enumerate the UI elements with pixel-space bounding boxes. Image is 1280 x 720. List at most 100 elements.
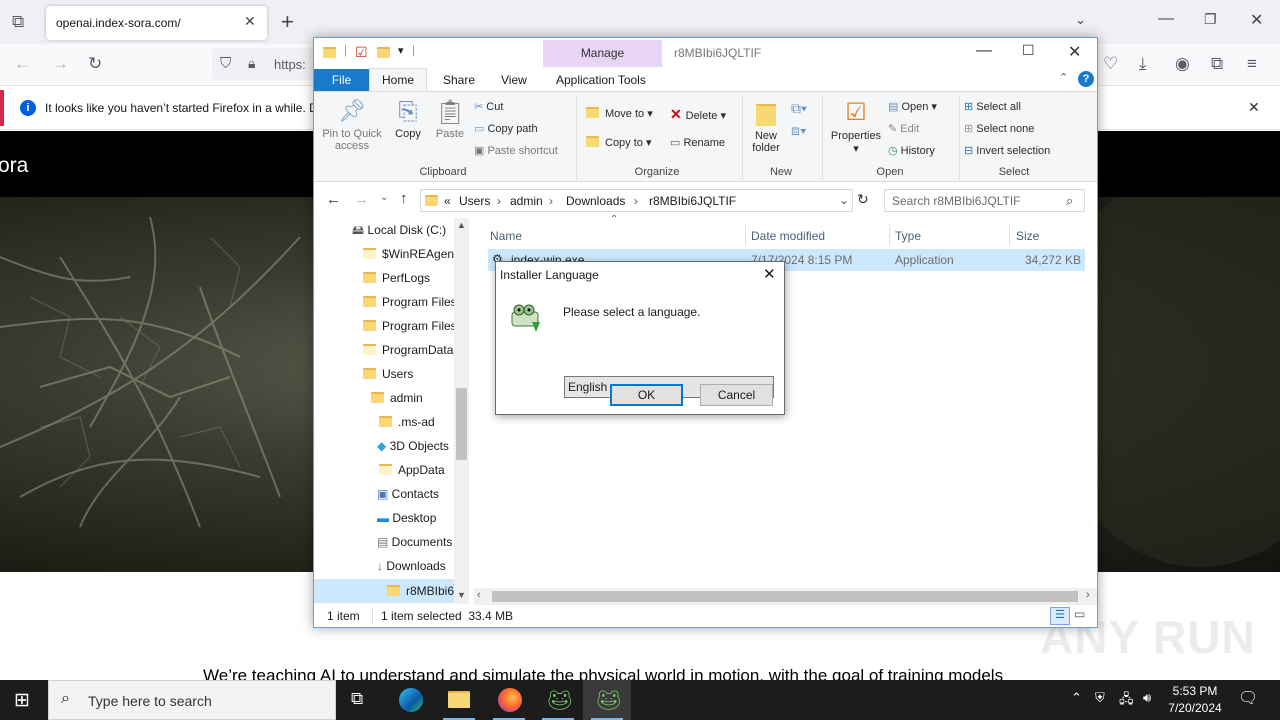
file-explorer-taskbar-button[interactable] — [435, 680, 483, 720]
installer-active-taskbar-button[interactable]: 🐸︎ — [583, 680, 631, 720]
nav-item-downloads[interactable]: ↓ Downloads — [377, 554, 517, 578]
scroll-right-icon[interactable]: › — [1086, 589, 1090, 601]
search-icon[interactable]: ⌕ — [1066, 193, 1073, 209]
column-name[interactable]: Name — [490, 229, 522, 243]
select-all-button[interactable]: ⊞ Select all — [964, 100, 1021, 113]
dialog-close-icon[interactable]: ✕ — [763, 265, 776, 283]
nav-item-programdata[interactable]: ProgramData — [363, 338, 503, 362]
new-folder-qa-icon[interactable] — [377, 46, 396, 60]
copy-button[interactable]: ⎘ Copy — [390, 98, 426, 140]
invert-selection-button[interactable]: ⊟ Invert selection — [964, 144, 1050, 157]
history-button[interactable]: ◷ History — [888, 144, 935, 157]
copy-path-button[interactable]: ▭ Copy path — [474, 122, 538, 135]
collapse-ribbon-icon[interactable]: ⌃ — [1059, 71, 1068, 84]
horizontal-scroll-thumb[interactable] — [492, 591, 1078, 602]
recent-locations-icon[interactable]: ⌄ — [380, 192, 388, 203]
refresh-icon[interactable]: ↻ — [857, 191, 869, 208]
taskbar-search[interactable]: ⌕ Type here to search — [48, 680, 336, 720]
menu-icon[interactable]: ≡ — [1247, 54, 1257, 74]
url-bar[interactable]: ⛉ 🔒︎ https: — [212, 48, 316, 80]
close-icon[interactable]: ✕ — [1250, 10, 1263, 30]
up-icon[interactable]: ↑ — [400, 190, 408, 207]
volume-icon[interactable]: 🔊︎ — [1143, 690, 1151, 706]
forward-icon[interactable]: → — [52, 54, 69, 74]
back-icon[interactable]: ← — [14, 54, 31, 74]
site-logo[interactable]: ora — [0, 154, 28, 178]
nav-item-desktop[interactable]: ▬ Desktop — [377, 506, 517, 530]
nav-item-contacts[interactable]: ▣ Contacts — [377, 482, 517, 506]
tab-file[interactable]: File — [314, 69, 369, 91]
nav-item-admin[interactable]: admin — [371, 386, 511, 410]
breadcrumb-admin[interactable]: admin — [510, 194, 543, 208]
notification-close-icon[interactable]: ✕ — [1248, 99, 1260, 116]
cut-button[interactable]: ✂ Cut — [474, 100, 503, 113]
nav-item-perflogs[interactable]: PerfLogs — [363, 266, 503, 290]
back-icon[interactable]: ← — [326, 191, 341, 208]
nav-item-winreagent[interactable]: $WinREAgent — [363, 242, 503, 266]
security-icon[interactable]: ⛨ — [1095, 690, 1105, 706]
column-size[interactable]: Size — [1016, 229, 1039, 243]
minimize-icon[interactable]: — — [1158, 10, 1174, 28]
pin-quick-access-button[interactable]: 📌︎ Pin to Quick access — [320, 98, 384, 152]
nav-item-current-folder[interactable]: r8MBIbi6 — [387, 579, 454, 603]
ok-button[interactable]: OK — [610, 384, 683, 406]
search-input[interactable]: Search r8MBIbi6JQLTIF ⌕ — [884, 189, 1085, 212]
network-icon[interactable]: 🖧︎ — [1119, 690, 1134, 712]
new-tab-button[interactable]: + — [281, 9, 294, 35]
close-icon[interactable]: ✕ — [1068, 42, 1081, 62]
tab-application-tools[interactable]: Application Tools — [556, 73, 646, 87]
firefox-button[interactable] — [485, 680, 533, 720]
edit-button[interactable]: ✎ Edit — [888, 122, 919, 135]
scroll-down-icon[interactable]: ▼ — [457, 590, 466, 600]
maximize-icon[interactable]: ☐ — [1022, 42, 1035, 59]
nav-item-appdata[interactable]: AppData — [379, 458, 519, 482]
paste-button[interactable]: 📋︎ Paste — [432, 98, 468, 140]
download-icon[interactable]: ⤓ — [1139, 54, 1147, 74]
nav-scroll-thumb[interactable] — [456, 388, 467, 460]
easy-access-icon[interactable]: ⧈▾ — [791, 122, 807, 139]
reload-icon[interactable]: ↻ — [88, 54, 102, 74]
installer-taskbar-button[interactable]: 🐸︎ — [534, 680, 582, 720]
scroll-left-icon[interactable]: ‹ — [477, 589, 481, 601]
breadcrumb-downloads[interactable]: Downloads — [566, 194, 625, 208]
nav-item-program-files-x86[interactable]: Program Files — [363, 314, 503, 338]
select-none-button[interactable]: ⊞ Select none — [964, 122, 1034, 135]
column-type[interactable]: Type — [895, 229, 921, 243]
qa-dropdown-icon[interactable]: ▾ — [398, 44, 404, 57]
tab-list-icon[interactable]: ⧉ — [12, 12, 24, 32]
breadcrumb-current[interactable]: r8MBIbi6JQLTIF — [649, 194, 736, 208]
notifications-icon[interactable]: 🗨︎ — [1238, 688, 1258, 708]
task-view-button[interactable]: ⧉ — [336, 680, 384, 720]
nav-item-3d-objects[interactable]: ◆ 3D Objects — [377, 434, 517, 458]
new-item-icon[interactable]: ⧉▾ — [791, 100, 807, 117]
tab-view[interactable]: View — [501, 73, 527, 87]
copy-to-button[interactable]: Copy to ▾ — [586, 136, 652, 149]
paste-shortcut-button[interactable]: ▣ Paste shortcut — [474, 144, 558, 157]
browser-tab[interactable]: openai.index-sora.com/ ✕ — [46, 6, 267, 40]
tray-overflow-icon[interactable]: ⌃ — [1071, 690, 1082, 706]
manage-context-tab[interactable]: Manage — [543, 40, 662, 67]
tab-home[interactable]: Home — [369, 68, 427, 92]
properties-qa-icon[interactable]: ☑ — [355, 44, 368, 61]
cancel-button[interactable]: Cancel — [700, 384, 773, 406]
new-folder-button[interactable]: New folder — [748, 98, 784, 154]
scroll-up-icon[interactable]: ▲ — [457, 220, 466, 230]
minimize-icon[interactable]: — — [976, 42, 992, 60]
restore-icon[interactable]: ❐ — [1204, 11, 1217, 28]
windows-start-icon[interactable]: ⊞ — [14, 689, 30, 712]
large-icons-view-icon[interactable]: ▭ — [1074, 607, 1085, 621]
details-view-icon[interactable]: ☰ — [1050, 607, 1070, 625]
account-icon[interactable]: ◉ — [1175, 54, 1190, 74]
extensions-icon[interactable]: ⧉ — [1211, 54, 1223, 74]
help-icon[interactable]: ? — [1078, 71, 1094, 87]
forward-icon[interactable]: → — [354, 191, 369, 208]
address-bar[interactable]: « Users › admin › Downloads › r8MBIbi6JQ… — [420, 189, 853, 212]
delete-button[interactable]: ✕ Delete ▾ — [670, 106, 726, 123]
nav-item-local-disk[interactable]: 🖴︎ Local Disk (C:) — [352, 218, 492, 242]
taskbar-clock[interactable]: 5:53 PM 7/20/2024 — [1160, 683, 1230, 717]
rename-button[interactable]: ▭ Rename — [670, 136, 725, 149]
shield-icon[interactable]: ⛉ — [220, 55, 231, 72]
pocket-icon[interactable]: ♡ — [1103, 54, 1118, 74]
nav-item-users[interactable]: Users — [363, 362, 503, 386]
nav-item-documents[interactable]: ▤ Documents — [377, 530, 517, 554]
